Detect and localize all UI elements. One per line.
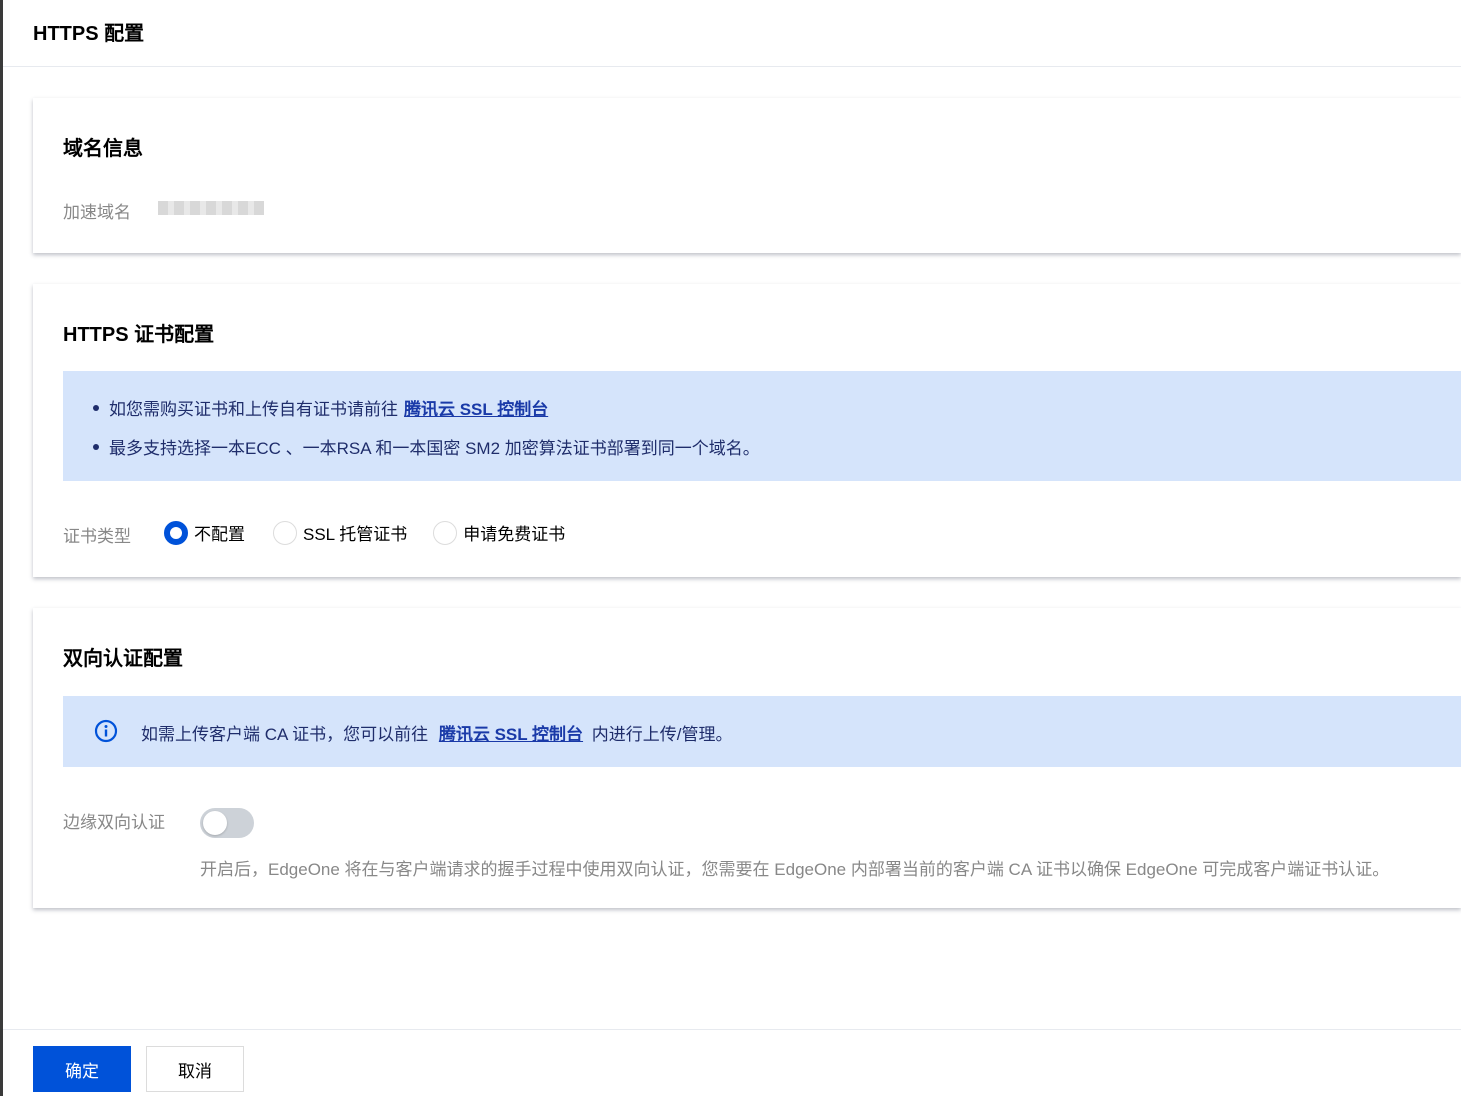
edge-auth-help-text: 开启后，EdgeOne 将在与客户端请求的握手过程中使用双向认证，您需要在 Ed… xyxy=(200,860,1390,879)
edge-auth-label: 边缘双向认证 xyxy=(63,813,165,832)
accel-domain-value-masked xyxy=(158,201,264,215)
drawer-header: HTTPS 配置 xyxy=(3,0,1461,67)
info-suffix: 内进行上传/管理。 xyxy=(591,725,733,744)
left-edge-divider xyxy=(0,0,3,1096)
accel-domain-label: 加速域名 xyxy=(63,203,131,222)
radio-ssl-managed-cert[interactable]: SSL 托管证书 xyxy=(273,520,407,545)
toggle-knob xyxy=(203,811,227,835)
notice-line-2-text: 最多支持选择一本ECC 、一本RSA 和一本国密 SM2 加密算法证书部署到同一… xyxy=(109,439,760,458)
drawer-footer: 确定 取消 xyxy=(3,1029,1461,1096)
radio-circle[interactable] xyxy=(273,520,297,545)
ssl-console-link[interactable]: 腾讯云 SSL 控制台 xyxy=(439,725,583,744)
domain-info-title: 域名信息 xyxy=(63,138,143,160)
https-cert-card: HTTPS 证书配置 如您需购买证书和上传自有证书请前往 腾讯云 SSL 控制台… xyxy=(33,284,1461,577)
radio-label: 申请免费证书 xyxy=(463,525,566,544)
radio-no-config[interactable]: 不配置 xyxy=(164,520,245,545)
mutual-auth-title: 双向认证配置 xyxy=(63,648,183,670)
ssl-console-link[interactable]: 腾讯云 SSL 控制台 xyxy=(404,395,548,420)
cert-type-label: 证书类型 xyxy=(63,527,131,546)
mutual-auth-card: 双向认证配置 如需上传客户端 CA 证书，您可以前往 腾讯云 SSL 控制台 内… xyxy=(33,608,1461,908)
radio-label: SSL 托管证书 xyxy=(303,525,408,544)
https-cert-title: HTTPS 证书配置 xyxy=(63,324,215,346)
info-prefix: 如需上传客户端 CA 证书，您可以前往 xyxy=(141,725,429,744)
bullet-dot xyxy=(93,404,99,411)
domain-info-card: 域名信息 加速域名 xyxy=(33,98,1461,253)
page-title: HTTPS 配置 xyxy=(33,23,145,45)
bullet-dot xyxy=(93,443,99,450)
radio-free-cert[interactable]: 申请免费证书 xyxy=(433,520,565,545)
cert-type-radio-group: 不配置 SSL 托管证书 申请免费证书 xyxy=(164,520,591,545)
mutual-auth-notice: 如需上传客户端 CA 证书，您可以前往 腾讯云 SSL 控制台 内进行上传/管理… xyxy=(63,696,1461,767)
radio-circle[interactable] xyxy=(433,520,458,545)
cancel-button[interactable]: 取消 xyxy=(146,1046,244,1092)
cert-notice: 如您需购买证书和上传自有证书请前往 腾讯云 SSL 控制台 最多支持选择一本EC… xyxy=(63,371,1461,481)
radio-circle-checked[interactable] xyxy=(164,520,188,545)
confirm-button[interactable]: 确定 xyxy=(33,1046,131,1092)
mutual-auth-info: 如需上传客户端 CA 证书，您可以前往 腾讯云 SSL 控制台 内进行上传/管理… xyxy=(141,720,733,745)
notice-line-1-text: 如您需购买证书和上传自有证书请前往 xyxy=(109,400,398,419)
notice-line-2: 最多支持选择一本ECC 、一本RSA 和一本国密 SM2 加密算法证书部署到同一… xyxy=(93,434,760,459)
notice-line-1: 如您需购买证书和上传自有证书请前往 腾讯云 SSL 控制台 xyxy=(93,395,548,420)
radio-label: 不配置 xyxy=(194,525,245,544)
edge-auth-toggle[interactable] xyxy=(200,808,254,838)
info-icon xyxy=(94,719,118,743)
